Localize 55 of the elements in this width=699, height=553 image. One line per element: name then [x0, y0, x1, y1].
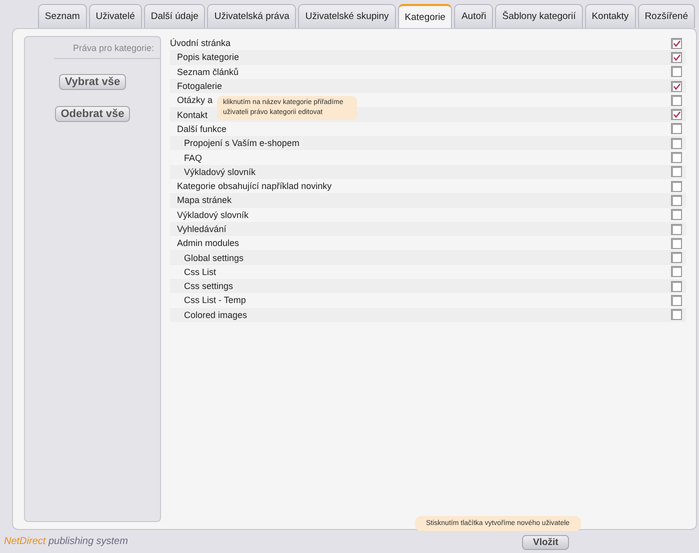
checkbox[interactable] [671, 294, 682, 306]
checkbox[interactable] [671, 38, 682, 49]
checkbox[interactable] [671, 224, 682, 234]
insert-button[interactable]: Vložit [522, 535, 570, 550]
tab[interactable]: Šablony kategorií [495, 4, 583, 28]
tab[interactable]: Uživatelská práva [207, 4, 296, 28]
checkbox[interactable] [671, 152, 682, 164]
checkbox[interactable] [671, 94, 682, 106]
checkbox[interactable] [671, 252, 682, 264]
tab[interactable]: Autoři [454, 4, 494, 28]
tab[interactable]: Kategorie [398, 4, 452, 28]
category-name[interactable]: Vyhledávání [170, 224, 226, 234]
checkbox[interactable] [671, 66, 682, 78]
tab[interactable]: Kontakty [584, 4, 636, 28]
checkbox[interactable] [671, 280, 682, 292]
checkbox[interactable] [671, 180, 682, 192]
category-name[interactable]: Propojení s Vaším e-shopem [170, 138, 300, 148]
checkbox[interactable] [671, 80, 682, 92]
checkbox[interactable] [671, 166, 682, 178]
checkbox[interactable] [671, 238, 682, 249]
tab[interactable]: Seznam [38, 4, 87, 28]
sidebar-heading: Práva pro kategorie: [54, 37, 160, 59]
category-name[interactable]: Admin modules [170, 238, 240, 248]
category-name[interactable]: Výkladový slovník [170, 166, 256, 177]
checkbox[interactable] [671, 138, 682, 149]
checkbox[interactable] [671, 123, 682, 134]
category-name[interactable]: Mapa stránek [170, 195, 232, 206]
category-name[interactable]: Otázky a [170, 95, 213, 106]
brand-logo: NetDirect publishing system [4, 536, 128, 547]
category-name[interactable]: Css settings [170, 281, 234, 292]
action-button[interactable]: Odebrat vše [54, 106, 130, 122]
checkbox[interactable] [671, 52, 682, 63]
category-name[interactable]: Úvodní stránka [170, 38, 231, 48]
tab[interactable]: Uživatelé [88, 4, 142, 28]
category-name[interactable]: Css List - Temp [170, 295, 246, 306]
checkbox[interactable] [671, 109, 682, 120]
action-button[interactable]: Vybrat vše [58, 74, 126, 90]
checkbox[interactable] [671, 209, 682, 220]
tab[interactable]: Uživatelské skupiny [298, 4, 396, 28]
checkbox[interactable] [671, 194, 682, 206]
category-name[interactable]: Kategorie obsahující například novinky [170, 181, 332, 192]
category-name[interactable]: Popis kategorie [170, 52, 240, 62]
category-name[interactable]: Výkladový slovník [170, 210, 249, 220]
category-name[interactable]: Global settings [170, 252, 244, 263]
category-name[interactable]: Css List [170, 266, 216, 277]
category-name[interactable]: Další funkce [170, 124, 227, 134]
category-name[interactable]: Colored images [170, 310, 248, 320]
checkbox[interactable] [671, 309, 682, 320]
category-name[interactable]: Kontakt [170, 110, 208, 120]
category-name[interactable]: Seznam článků [170, 66, 239, 77]
checkbox[interactable] [671, 266, 682, 278]
tab[interactable]: Rozšířené [638, 4, 695, 28]
category-name[interactable]: Fotogalerie [170, 81, 222, 92]
tab[interactable]: Další údaje [144, 4, 206, 28]
category-name[interactable]: FAQ [170, 152, 202, 163]
